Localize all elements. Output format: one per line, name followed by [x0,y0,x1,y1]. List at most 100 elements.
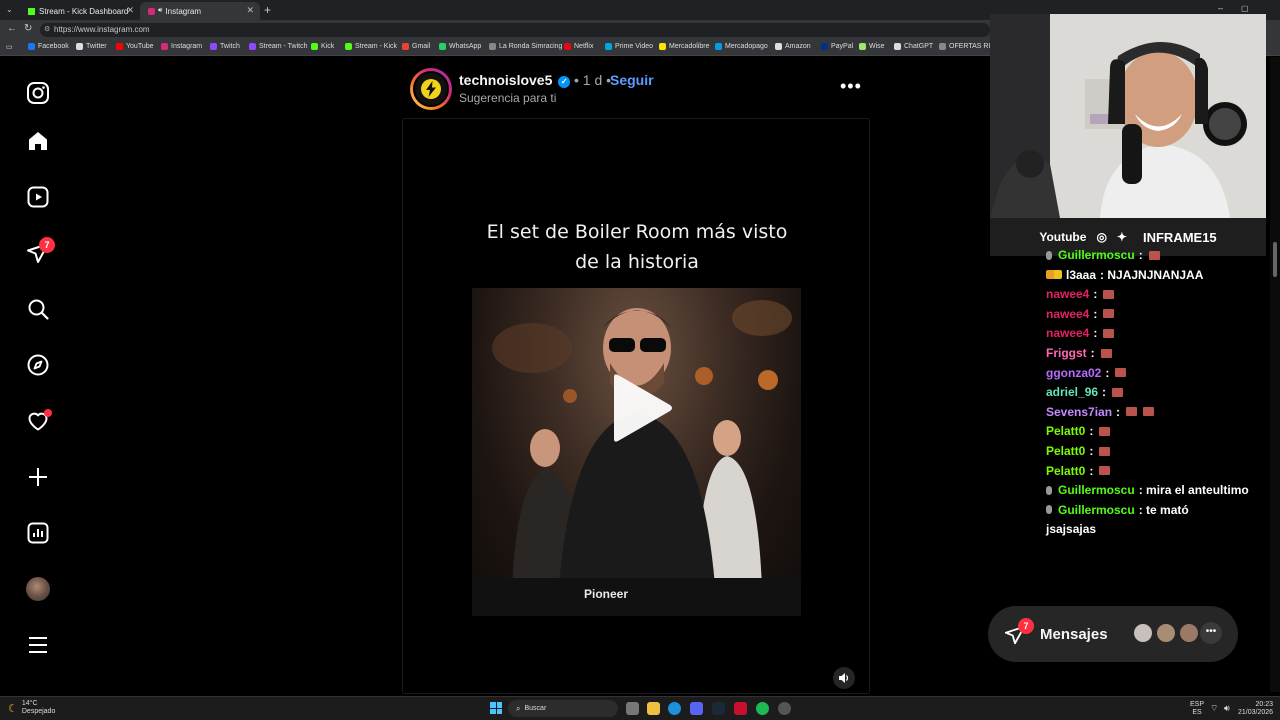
maximize-button[interactable]: ▢ [1241,4,1249,13]
bookmark-item[interactable]: Prime Video [605,43,653,50]
webcam-overlay [990,14,1266,218]
steam-icon[interactable] [712,702,725,715]
bookmark-item[interactable]: Netflix [564,43,593,50]
bookmark-item[interactable]: Mercadolibre [659,43,709,50]
chat-username[interactable]: Friggst [1046,346,1087,360]
bookmark-item[interactable]: Instagram [161,43,202,50]
url-input[interactable]: ⚙ https://www.instagram.com [40,23,990,37]
site-info-icon[interactable]: ⚙ [44,23,50,37]
volume-icon[interactable]: 🔊︎ [1224,703,1230,714]
chat-username[interactable]: Sevens7ian [1046,405,1112,419]
start-button[interactable] [490,702,502,714]
bookmark-item[interactable]: Mercadopago [715,43,768,50]
notifications-heart-icon[interactable] [24,407,52,435]
messages-badge: 7 [1018,618,1034,634]
profile-avatar[interactable] [24,575,52,603]
mic-badge-icon [1046,250,1052,260]
taskbar-search[interactable]: ⌕ Buscar [508,700,618,717]
chat-message: Pelatt0: [1046,464,1111,478]
obs-icon[interactable] [778,702,791,715]
bookmark-item[interactable]: PayPal [821,43,853,50]
chat-username[interactable]: Guillermoscu [1058,503,1135,517]
post-author-avatar[interactable] [410,68,452,110]
chat-username[interactable]: nawee4 [1046,287,1089,301]
bookmark-item[interactable]: Twitch [210,43,240,50]
more-conversations-icon[interactable]: ••• [1200,622,1222,644]
pioneer-logo: Pioneer [584,587,628,601]
follow-button[interactable]: Seguir [610,72,654,88]
bookmark-item[interactable]: La Ronda Simracing [489,43,562,50]
apps-icon[interactable]: ▭ [6,43,13,51]
chat-text: : [1089,444,1094,458]
mute-toggle-button[interactable] [833,667,855,689]
bookmark-item[interactable]: Stream - Twitch [249,43,308,50]
edge-icon[interactable] [668,702,681,715]
chat-message: ggonza02: [1046,366,1127,380]
dashboard-icon[interactable] [24,519,52,547]
reels-icon[interactable] [24,183,52,211]
chat-username[interactable]: nawee4 [1046,307,1089,321]
create-plus-icon[interactable] [24,463,52,491]
chat-text: : [1116,404,1121,419]
minimize-button[interactable]: – [1218,3,1223,13]
chat-username[interactable]: Pelatt0 [1046,424,1085,438]
spotify-icon[interactable] [756,702,769,715]
close-tab-icon[interactable]: ✕ [246,5,254,16]
menu-icon[interactable] [24,631,52,659]
chat-text: : [1093,287,1098,302]
network-icon[interactable]: ⌔ [1210,703,1218,714]
scrollbar-thumb[interactable] [1273,242,1277,277]
post-video[interactable]: El set de Boiler Room más visto de la hi… [402,118,870,694]
bookmark-item[interactable]: Facebook [28,43,69,50]
bookmark-item[interactable]: Wise [859,43,885,50]
reload-icon[interactable]: ↻ [24,23,32,34]
chat-username[interactable]: Guillermoscu [1058,483,1135,497]
emote-icon [1143,407,1155,417]
tab-instagram[interactable]: 🔊︎ Instagram ✕ [140,2,260,20]
post-username[interactable]: technoislove5 ✓ [459,72,571,88]
home-icon[interactable] [24,127,52,155]
emote-icon [1112,387,1124,397]
chat-username[interactable]: ggonza02 [1046,366,1101,380]
weather-widget[interactable]: ☾ 14°C Despejado [8,700,55,716]
chat-message: nawee4: [1046,287,1115,302]
emote-icon [1100,348,1112,358]
chat-message: l3aaa : NJAJNJNANJAA [1046,268,1203,282]
back-icon[interactable]: ← [7,23,17,34]
bookmark-item[interactable]: Kick [311,43,334,50]
chat-message: Guillermoscu: [1046,248,1160,262]
game-app-icon[interactable] [734,702,747,715]
chat-username[interactable]: adriel_96 [1046,385,1098,399]
bookmark-item[interactable]: WhatsApp [439,43,481,50]
play-button[interactable] [612,373,672,448]
instagram-logo-icon[interactable] [24,79,52,107]
discord-icon[interactable] [690,702,703,715]
chat-username[interactable]: Pelatt0 [1046,464,1085,478]
more-options-icon[interactable]: ••• [840,76,862,97]
bookmark-item[interactable]: Stream - Kick [345,43,397,50]
file-explorer-icon[interactable] [647,702,660,715]
emote-icon [1099,446,1111,456]
bookmark-item[interactable]: Gmail [402,43,430,50]
bookmark-item[interactable]: YouTube [116,43,154,50]
search-icon[interactable] [24,295,52,323]
language-indicator[interactable]: ESP ES [1190,701,1204,717]
explore-icon[interactable] [24,351,52,379]
bookmark-item[interactable]: ChatGPT [894,43,933,50]
clock[interactable]: 20:23 21/03/2026 [1238,701,1273,717]
messages-icon[interactable]: 7 [24,237,55,267]
task-view-icon[interactable] [626,702,639,715]
bookmark-item[interactable]: Twitter [76,43,107,50]
chat-username[interactable]: nawee4 [1046,326,1089,340]
tab-kick-dashboard[interactable]: Stream - Kick Dashboard ✕ [20,2,140,20]
chat-username[interactable]: Guillermoscu [1058,248,1135,262]
chat-username[interactable]: l3aaa [1066,268,1096,282]
chat-username[interactable]: Pelatt0 [1046,444,1085,458]
new-tab-button[interactable]: + [264,3,271,17]
tab-list-chevron-icon[interactable]: ⌄ [6,5,13,14]
bookmark-item[interactable]: Amazon [775,43,811,50]
messages-widget[interactable]: 7 Mensajes ••• [988,606,1238,662]
close-tab-icon[interactable]: ✕ [126,5,134,16]
page-scrollbar[interactable] [1270,57,1280,692]
chat-text: : NJAJNJNANJAA [1100,267,1204,282]
